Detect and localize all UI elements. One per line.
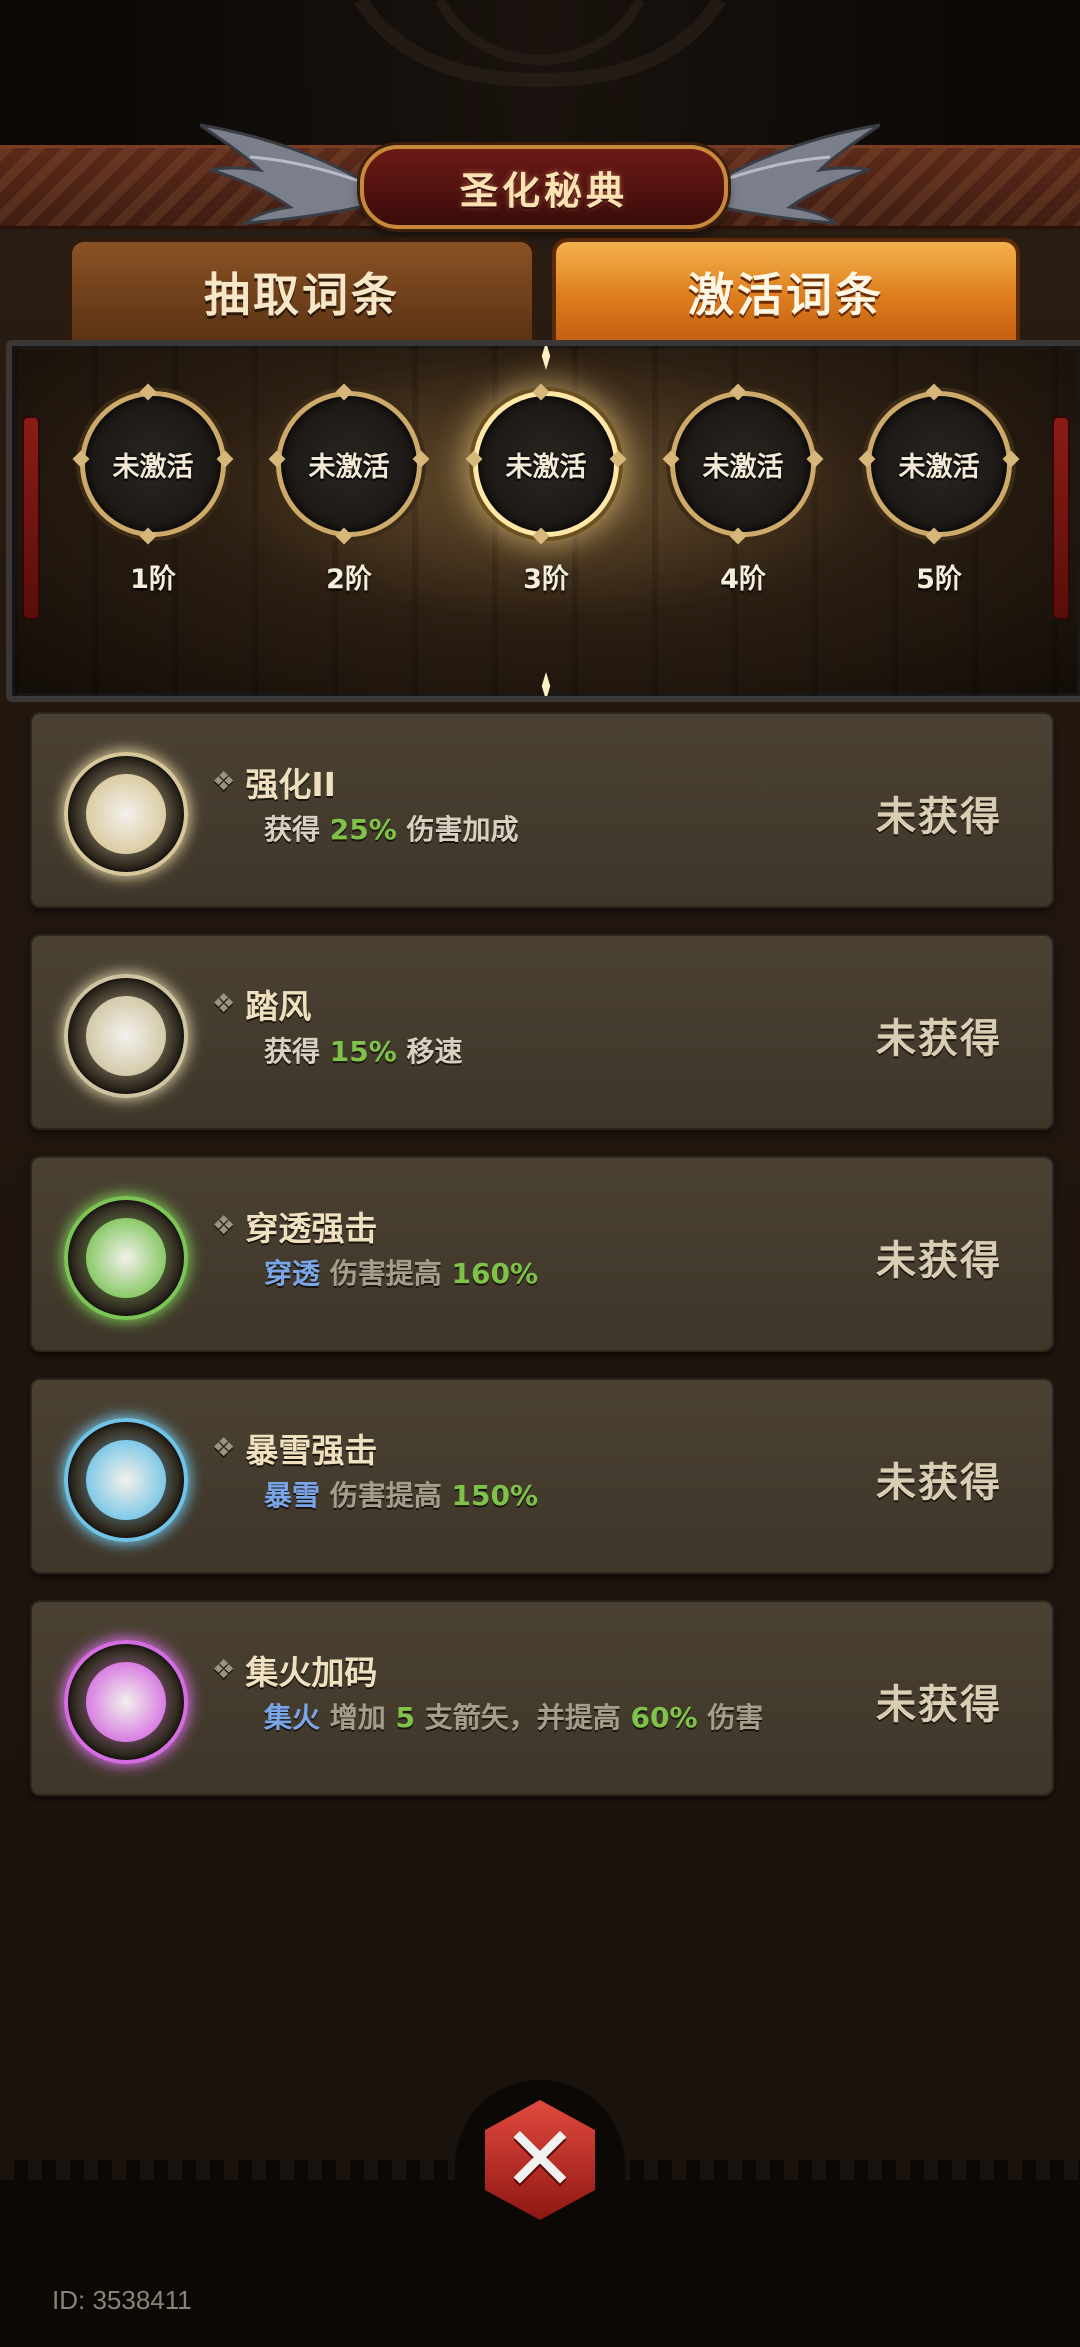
entry-desc-segment: 5 (395, 1701, 415, 1734)
tier-ring: 未激活 (72, 383, 234, 545)
tier-label: 5阶 (916, 564, 962, 595)
diamond-bullet-icon: ❖ (212, 1433, 236, 1463)
tier-node-2[interactable]: 未激活 2阶 (268, 383, 430, 601)
tier-label: 3阶 (523, 564, 569, 595)
tier-node-1[interactable]: 未激活 1阶 (72, 383, 234, 601)
entry-title: ❖ 踏风 (212, 980, 311, 1028)
tab-activate-entries[interactable]: 激活词条 (552, 238, 1020, 346)
diamond-bullet-icon: ❖ (212, 989, 236, 1019)
diamond-bullet-icon: ❖ (212, 1211, 236, 1241)
entry-desc-segment: 伤害 (697, 1701, 764, 1734)
entry-desc-segment: 25% (329, 813, 397, 846)
entry-orb-icon (64, 1640, 188, 1764)
entry-description: 获得 25% 伤害加成 (264, 810, 824, 850)
tier-label: 4阶 (720, 564, 766, 595)
entry-card[interactable]: ❖ 踏风获得 15% 移速 未获得 (30, 934, 1054, 1130)
page-title: 圣化秘典 (459, 168, 628, 213)
title-plaque: 圣化秘典 (360, 145, 728, 229)
entry-desc-segment: 160% (451, 1257, 539, 1290)
tier-ring: 未激活 (268, 383, 430, 545)
entry-desc-segment: 集火 (264, 1701, 321, 1734)
entry-status: 未获得 (876, 1682, 1002, 1728)
entry-card[interactable]: ❖ 穿透强击穿透 伤害提高 160% 未获得 (30, 1156, 1054, 1352)
entry-title-text: 暴雪强击 (245, 1431, 378, 1470)
entry-desc-segment: 60% (630, 1701, 698, 1734)
entry-description: 获得 15% 移速 (264, 1032, 824, 1072)
entry-description: 集火 增加 5 支箭矢，并提高 60% 伤害 (264, 1698, 824, 1738)
entry-title-text: 穿透强击 (245, 1209, 378, 1248)
entry-title-text: 踏风 (245, 987, 312, 1026)
entry-title: ❖ 暴雪强击 (212, 1424, 377, 1472)
talent-codex-screen: 圣化秘典 抽取词条 激活词条 未激活 1阶 未激活 2阶 未激活 3阶 未激活 … (0, 0, 1080, 2347)
tier-label: 1阶 (130, 564, 176, 595)
tier-node-3[interactable]: 未激活 3阶 (465, 383, 627, 601)
entry-desc-segment: 150% (451, 1479, 539, 1512)
entry-desc-segment: 伤害加成 (396, 813, 519, 846)
tier-state-label: 未激活 (505, 451, 587, 483)
entry-card[interactable]: ❖ 暴雪强击暴雪 伤害提高 150% 未获得 (30, 1378, 1054, 1574)
entry-orb-icon (64, 974, 188, 1098)
entry-orb-icon (64, 752, 188, 876)
tier-ring-selected: 未激活 (465, 383, 627, 545)
tier-ring: 未激活 (858, 383, 1020, 545)
entry-status: 未获得 (876, 1460, 1002, 1506)
diamond-bullet-icon: ❖ (212, 1655, 236, 1685)
entry-title-text: 集火加码 (245, 1653, 378, 1692)
entry-desc-segment: 获得 (264, 1035, 330, 1068)
tier-state-label: 未激活 (112, 451, 194, 483)
entry-status: 未获得 (876, 1016, 1002, 1062)
entry-desc-segment: 穿透 (264, 1257, 321, 1290)
entry-desc-segment: 暴雪 (264, 1479, 321, 1512)
diamond-bullet-icon: ❖ (212, 767, 236, 797)
tier-state-label: 未激活 (308, 451, 390, 483)
tier-state-label: 未激活 (898, 451, 980, 483)
wing-right-decoration (710, 123, 880, 225)
entry-status: 未获得 (876, 794, 1002, 840)
entry-desc-segment: 支箭矢，并提高 (415, 1701, 631, 1734)
entry-status: 未获得 (876, 1238, 1002, 1284)
entry-desc-segment: 伤害提高 (320, 1257, 452, 1290)
tier-node-4[interactable]: 未激活 4阶 (662, 383, 824, 601)
entry-orb-icon (64, 1418, 188, 1542)
entry-description: 暴雪 伤害提高 150% (264, 1476, 824, 1516)
banner-side-bar-right (1052, 416, 1070, 620)
entry-description: 穿透 伤害提高 160% (264, 1254, 824, 1294)
tier-node-5[interactable]: 未激活 5阶 (858, 383, 1020, 601)
entry-title: ❖ 穿透强击 (212, 1202, 377, 1250)
tier-ring: 未激活 (662, 383, 824, 545)
tab-draw-entries[interactable]: 抽取词条 (68, 238, 536, 346)
entry-title: ❖ 强化II (212, 758, 336, 806)
tier-state-label: 未激活 (702, 451, 784, 483)
entry-card[interactable]: ❖ 强化II 获得 25% 伤害加成 未获得 (30, 712, 1054, 908)
banner-side-bar-left (22, 416, 40, 620)
entry-desc-segment: 15% (329, 1035, 397, 1068)
entry-desc-segment: 增加 (320, 1701, 396, 1734)
close-button[interactable]: ✕ (440, 2080, 640, 2240)
user-id-label: ID: 3538411 (52, 2285, 192, 2315)
entry-desc-segment: 伤害提高 (320, 1479, 452, 1512)
tier-banner: 未激活 1阶 未激活 2阶 未激活 3阶 未激活 4阶 未激活 5阶 (6, 340, 1080, 702)
top-ornament-decoration (354, 0, 726, 88)
entry-orb-icon (64, 1196, 188, 1320)
tier-label: 2阶 (326, 564, 372, 595)
entry-title: ❖ 集火加码 (212, 1646, 377, 1694)
wing-left-decoration (200, 123, 370, 225)
entry-card[interactable]: ❖ 集火加码集火 增加 5 支箭矢，并提高 60% 伤害 未获得 (30, 1600, 1054, 1796)
entry-title-text: 强化II (245, 765, 336, 804)
entry-desc-segment: 获得 (264, 813, 330, 846)
entry-desc-segment: 移速 (396, 1035, 463, 1068)
